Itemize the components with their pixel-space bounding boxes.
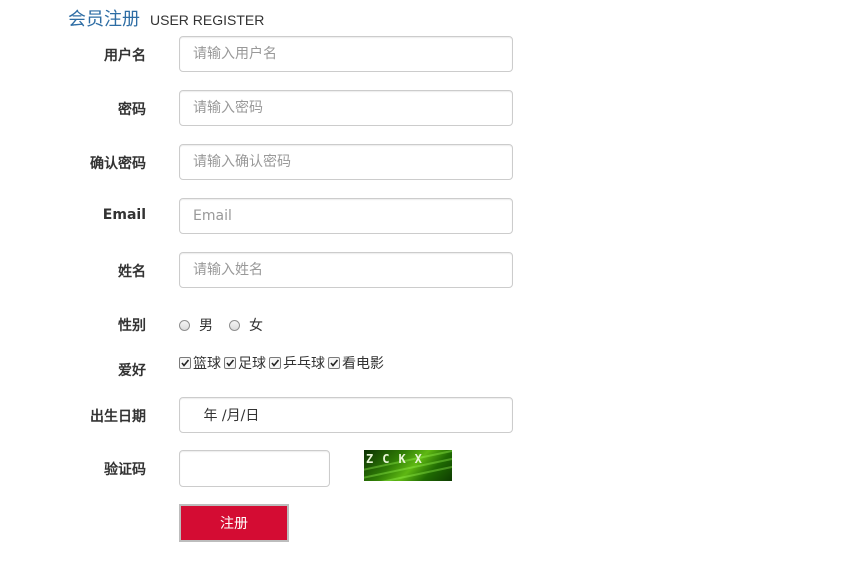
hobby-option-football[interactable]: 足球 [224,353,266,373]
birthday-date-input[interactable]: 年 /月/日 [179,397,513,433]
name-label: 姓名 [118,264,146,280]
radio-button[interactable] [179,319,190,331]
checkbox[interactable] [179,357,191,369]
date-format-text: 年 /月/日 [199,408,260,424]
page-header: 会员注册 USER REGISTER [68,5,264,33]
hobby-option-basketball[interactable]: 篮球 [179,353,221,373]
username-label: 用户名 [104,48,146,64]
gender-option-label: 女 [249,318,263,334]
name-input[interactable] [179,252,513,288]
checkmark-icon [226,359,235,367]
captcha-input[interactable] [179,450,330,487]
confirm-password-label: 确认密码 [90,156,146,172]
hobbies-label: 爱好 [118,363,146,379]
checkmark-icon [181,359,190,367]
radio-button[interactable] [229,319,240,331]
captcha-image[interactable]: ZCKX [364,450,452,481]
captcha-label: 验证码 [104,462,146,478]
checkbox[interactable] [269,357,281,369]
checkmark-icon [330,359,339,367]
hobby-option-label: 看电影 [342,356,384,372]
hobby-option-label: 足球 [238,356,266,372]
email-input[interactable] [179,198,513,234]
email-label: Email [102,207,146,223]
password-label: 密码 [118,102,146,118]
gender-option-label: 男 [199,318,213,334]
gender-radio-group: 男 女 [179,315,279,335]
checkbox[interactable] [328,357,340,369]
captcha-image-text: ZCKX [366,452,431,466]
gender-label: 性别 [118,318,146,334]
checkmark-icon [271,359,280,367]
confirm-password-input[interactable] [179,144,513,180]
hobby-option-movies[interactable]: 看电影 [328,353,384,373]
hobbies-checkbox-group: 篮球 足球 乒乓球 看电影 [179,353,387,373]
hobby-option-pingpong[interactable]: 乒乓球 [269,353,325,373]
page-title: 会员注册 [68,9,140,30]
gender-option-female[interactable]: 女 [229,315,263,335]
register-button[interactable]: 注册 [179,504,289,542]
username-input[interactable] [179,36,513,72]
hobby-option-label: 篮球 [193,356,221,372]
gender-option-male[interactable]: 男 [179,315,213,335]
page-subtitle: USER REGISTER [150,12,265,28]
checkbox[interactable] [224,357,236,369]
hobby-option-label: 乒乓球 [283,356,325,372]
birthday-label: 出生日期 [90,409,146,425]
password-input[interactable] [179,90,513,126]
